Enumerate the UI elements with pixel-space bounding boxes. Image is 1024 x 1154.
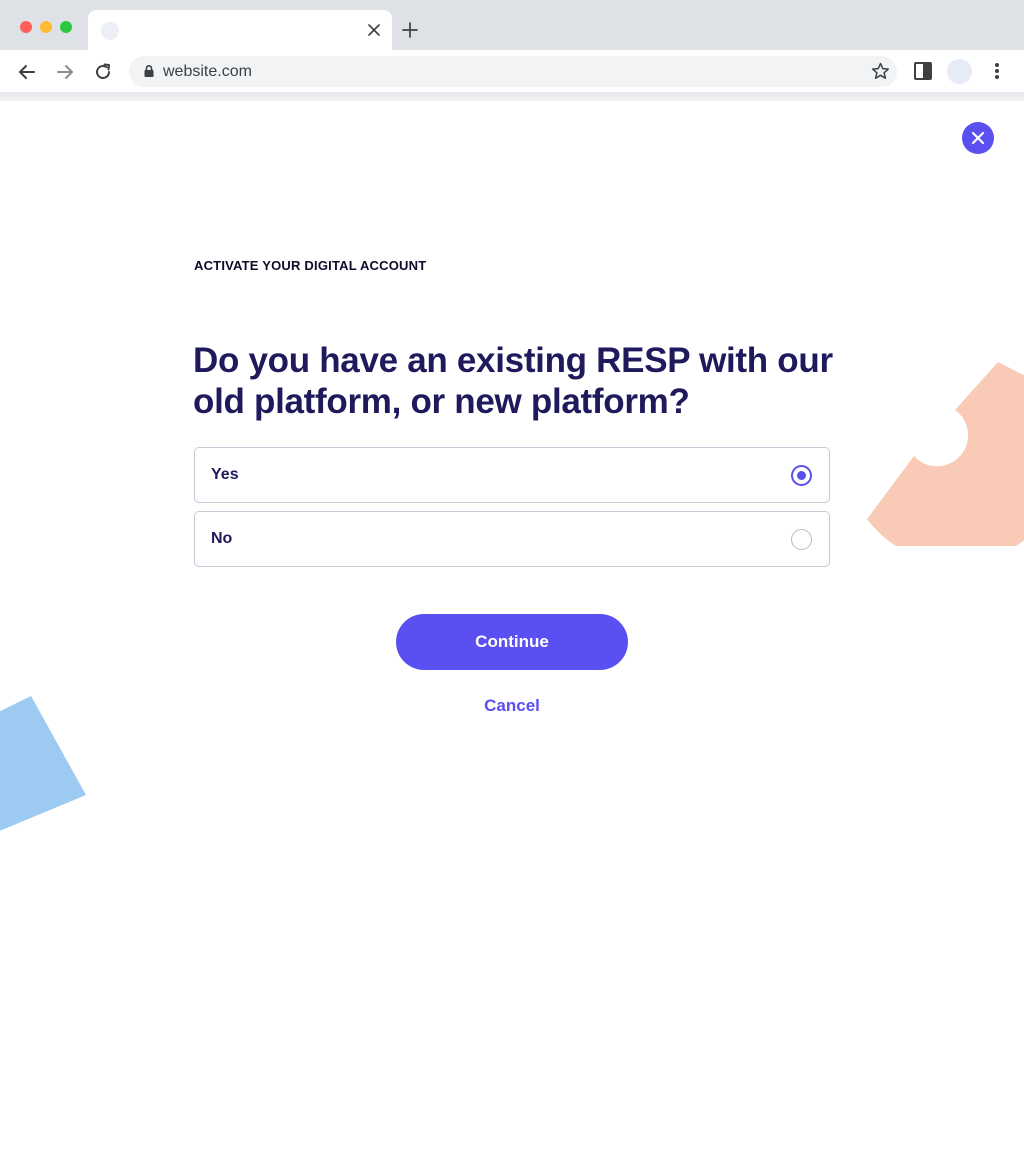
radio-yes[interactable] [791, 465, 812, 486]
page-title: Do you have an existing RESP with our ol… [193, 341, 833, 421]
decorative-arc-shape [867, 362, 1024, 546]
eyebrow-label: ACTIVATE YOUR DIGITAL ACCOUNT [194, 258, 427, 273]
lock-icon [142, 64, 156, 78]
profile-avatar[interactable] [947, 59, 972, 84]
kebab-menu-icon[interactable] [987, 60, 1007, 82]
favicon-icon [101, 22, 119, 40]
close-icon[interactable] [364, 20, 384, 40]
continue-button[interactable]: Continue [396, 614, 628, 670]
tab-strip [0, 0, 1024, 50]
close-icon [971, 131, 985, 145]
toolbar-divider [0, 92, 1024, 101]
window-close-dot[interactable] [20, 21, 32, 33]
window-zoom-dot[interactable] [60, 21, 72, 33]
star-icon[interactable] [870, 61, 891, 82]
window-minimize-dot[interactable] [40, 21, 52, 33]
browser-toolbar: website.com [0, 50, 1024, 93]
option-label: No [211, 530, 233, 547]
reload-icon[interactable] [91, 60, 115, 84]
activation-modal-page: ACTIVATE YOUR DIGITAL ACCOUNT Do you hav… [0, 101, 1024, 1154]
option-yes[interactable]: Yes [194, 447, 830, 503]
option-label: Yes [211, 466, 239, 483]
decorative-square-shape [0, 696, 86, 831]
arrow-right-icon[interactable] [53, 60, 77, 84]
option-no[interactable]: No [194, 511, 830, 567]
radio-no[interactable] [791, 529, 812, 550]
arrow-left-icon[interactable] [15, 60, 39, 84]
plus-icon[interactable] [399, 19, 421, 41]
side-panel-icon[interactable] [912, 60, 934, 82]
browser-chrome: website.com [0, 0, 1024, 101]
url-text: website.com [163, 63, 252, 80]
cancel-link[interactable]: Cancel [412, 696, 612, 716]
close-modal-button[interactable] [962, 122, 994, 154]
browser-tab[interactable] [88, 10, 392, 50]
address-bar[interactable]: website.com [129, 56, 897, 87]
